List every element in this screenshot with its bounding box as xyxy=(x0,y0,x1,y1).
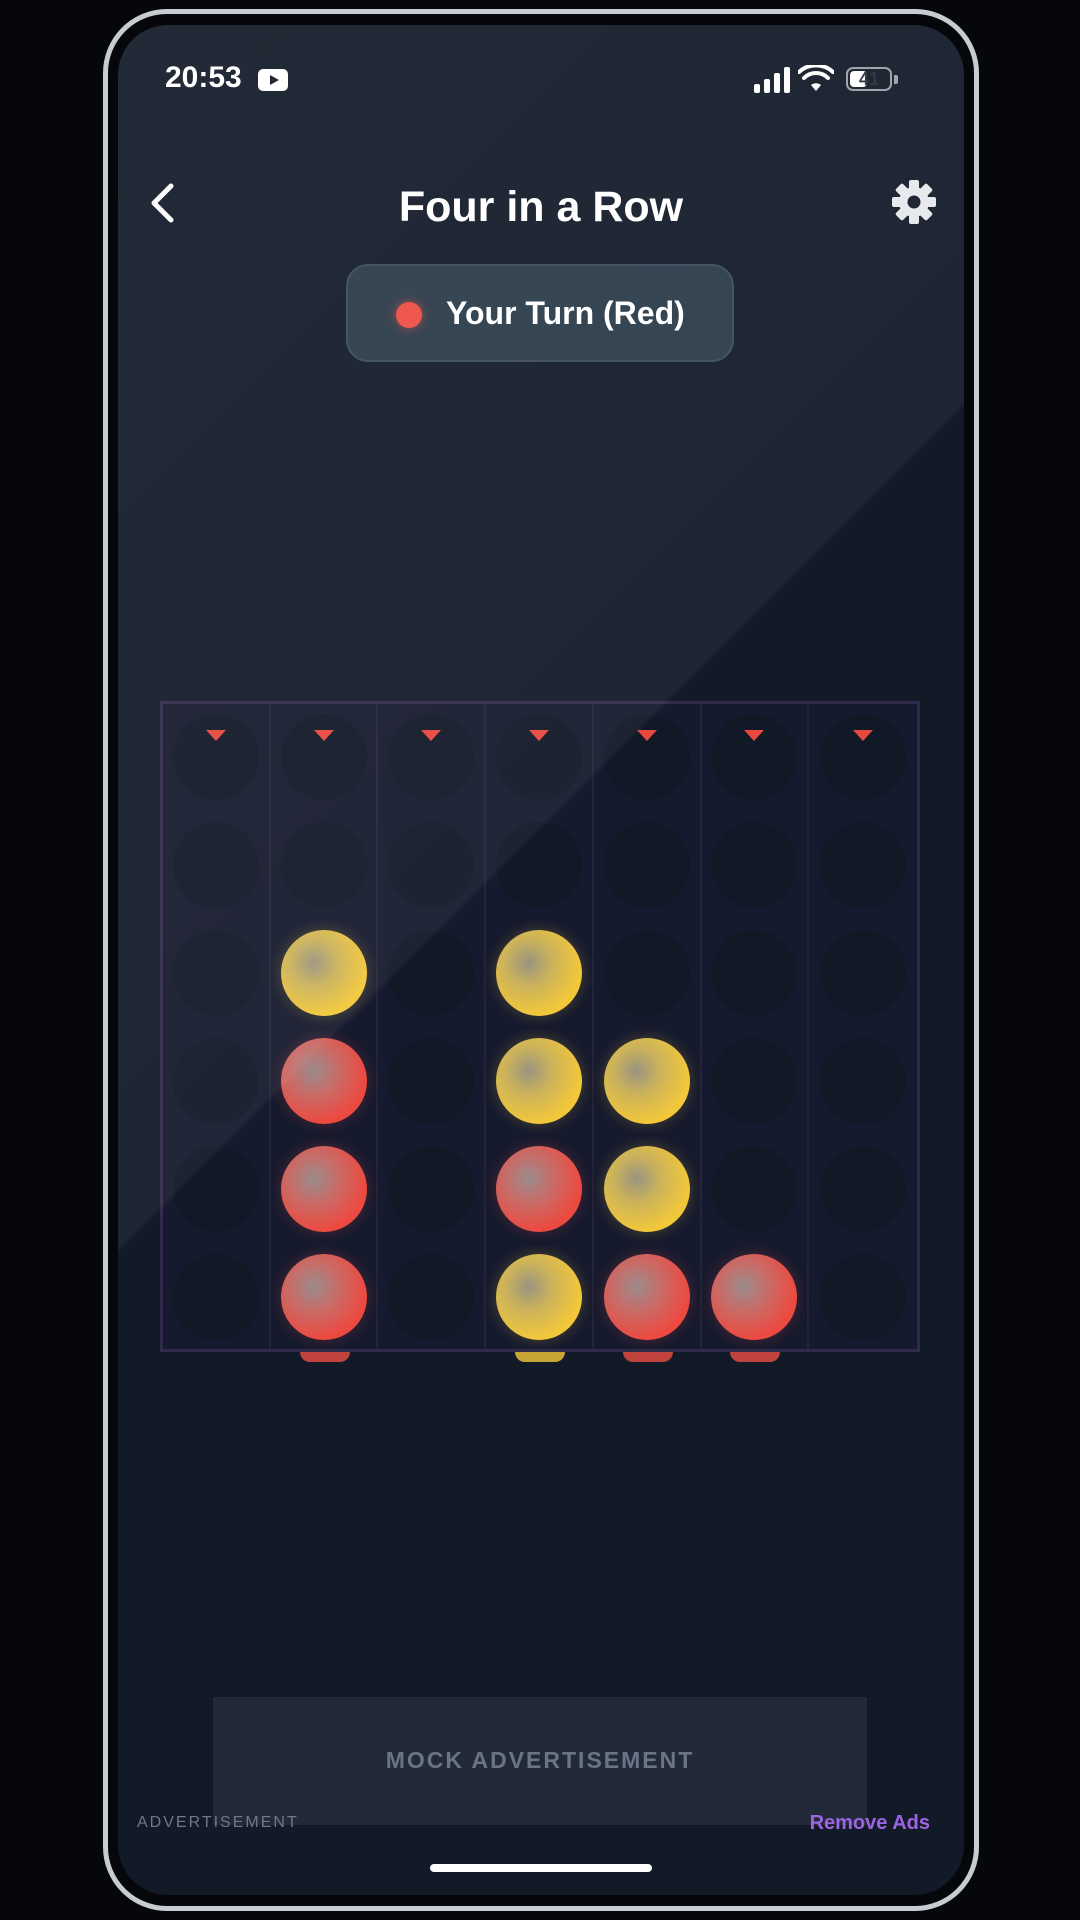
turn-indicator: Your Turn (Red) xyxy=(346,264,734,362)
remove-ads-link[interactable]: Remove Ads xyxy=(810,1812,930,1835)
battery-tip xyxy=(894,75,898,84)
red-piece xyxy=(280,1038,367,1124)
battery-icon: 41 xyxy=(846,67,892,91)
drop-arrow-icon[interactable] xyxy=(528,730,549,741)
board-cell xyxy=(603,714,690,800)
board-cell xyxy=(172,930,259,1016)
board-cell xyxy=(495,822,582,908)
turn-label: Your Turn (Red) xyxy=(446,295,685,331)
board-cell xyxy=(388,822,475,908)
board-cell xyxy=(172,822,259,908)
board-cell xyxy=(388,1038,475,1124)
red-piece xyxy=(711,1254,798,1340)
board-column-7[interactable] xyxy=(809,704,917,1349)
drop-arrow-icon[interactable] xyxy=(421,730,442,741)
board-cell xyxy=(388,930,475,1016)
board-cell xyxy=(172,714,259,800)
drop-arrow-icon[interactable] xyxy=(636,730,657,741)
ad-banner-text: MOCK ADVERTISEMENT xyxy=(385,1747,695,1773)
piece-glow xyxy=(515,1352,565,1362)
board-column-3[interactable] xyxy=(378,704,487,1349)
drop-arrow-icon[interactable] xyxy=(853,730,874,741)
drop-arrow-icon[interactable] xyxy=(313,730,334,741)
board-cell xyxy=(388,1146,475,1232)
board-cell xyxy=(711,714,798,800)
ad-label: ADVERTISEMENT xyxy=(137,1814,299,1831)
board-cell xyxy=(820,822,907,908)
red-piece xyxy=(603,1254,690,1340)
yellow-piece xyxy=(280,930,367,1016)
board-cell xyxy=(711,1038,798,1124)
red-piece xyxy=(495,1146,582,1232)
board-cell xyxy=(280,822,367,908)
drop-arrow-icon[interactable] xyxy=(744,730,765,741)
board-column-2[interactable] xyxy=(271,704,379,1349)
signal-icon xyxy=(754,67,790,93)
board-column-5[interactable] xyxy=(594,704,702,1349)
board-cell xyxy=(820,1254,907,1340)
board-cell xyxy=(820,714,907,800)
yellow-piece xyxy=(495,930,582,1016)
board-cell xyxy=(711,930,798,1016)
yellow-piece xyxy=(603,1038,690,1124)
yellow-piece xyxy=(495,1254,582,1340)
board-cell xyxy=(388,1254,475,1340)
youtube-icon xyxy=(258,69,288,91)
piece-glow xyxy=(622,1352,673,1362)
wifi-icon xyxy=(798,65,834,91)
turn-color-dot xyxy=(396,302,422,328)
chevron-left-icon xyxy=(151,183,174,223)
settings-button[interactable] xyxy=(884,172,944,232)
board-cell xyxy=(820,1146,907,1232)
board-column-6[interactable] xyxy=(702,704,810,1349)
app-screen: 20:53 41 Four in a Row Your Turn (Red) M… xyxy=(118,25,964,1895)
red-piece xyxy=(280,1254,367,1340)
back-button[interactable] xyxy=(134,173,194,233)
yellow-piece xyxy=(603,1146,690,1232)
battery-level: 41 xyxy=(858,69,880,89)
board-cell xyxy=(495,714,582,800)
red-piece xyxy=(280,1146,367,1232)
board-cell xyxy=(820,1038,907,1124)
board-cell xyxy=(280,714,367,800)
board-cell xyxy=(820,930,907,1016)
piece-glow xyxy=(730,1352,781,1362)
board-cell xyxy=(172,1254,259,1340)
board-cell xyxy=(603,930,690,1016)
status-time: 20:53 xyxy=(165,61,242,94)
drop-arrow-icon[interactable] xyxy=(205,730,226,741)
board-cell xyxy=(172,1146,259,1232)
ad-banner[interactable]: MOCK ADVERTISEMENT xyxy=(213,1697,867,1825)
board-cell xyxy=(711,822,798,908)
home-indicator[interactable] xyxy=(430,1864,652,1872)
board-cell xyxy=(711,1146,798,1232)
gear-icon xyxy=(892,180,936,224)
board-cell xyxy=(603,822,690,908)
game-board xyxy=(160,701,920,1352)
yellow-piece xyxy=(495,1038,582,1124)
board-column-1[interactable] xyxy=(163,704,271,1349)
page-title: Four in a Row xyxy=(398,183,684,231)
board-cell xyxy=(388,714,475,800)
piece-glow xyxy=(299,1352,350,1362)
board-cell xyxy=(172,1038,259,1124)
board-column-4[interactable] xyxy=(486,704,594,1349)
